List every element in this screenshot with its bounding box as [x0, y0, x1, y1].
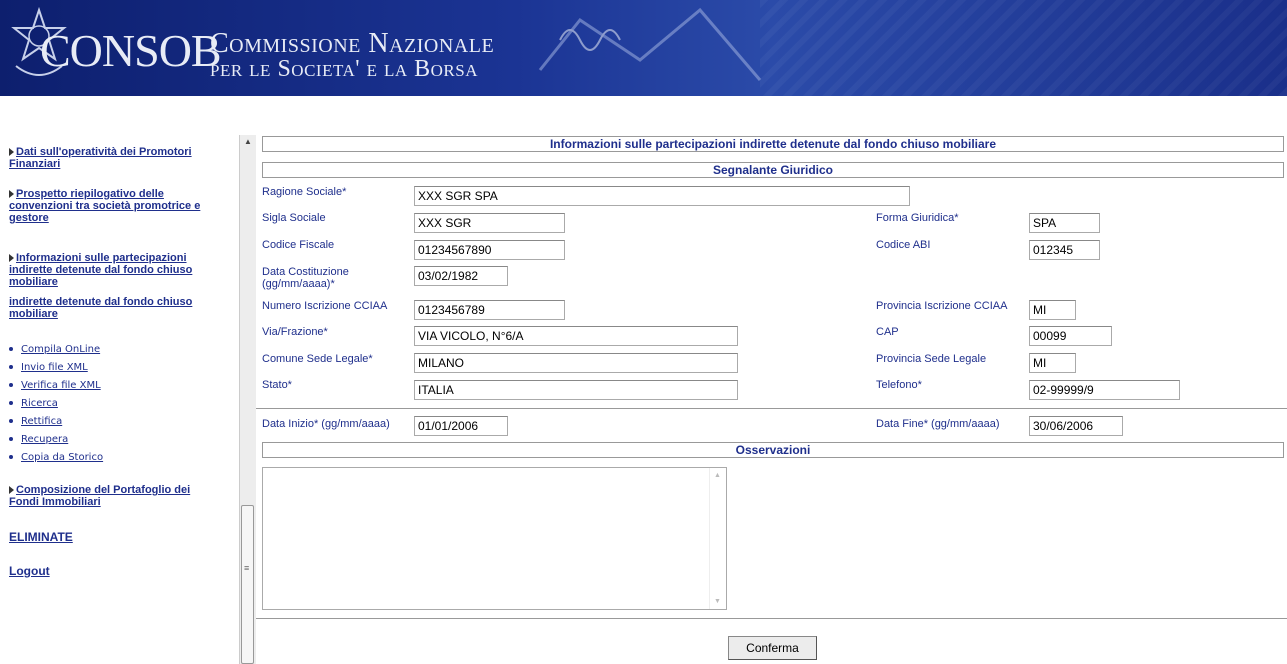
- provincia-sede-field[interactable]: MI: [1029, 353, 1076, 373]
- bullet-icon: [9, 383, 13, 387]
- divider: [256, 618, 1287, 619]
- sigla-sociale-field[interactable]: XXX SGR: [414, 213, 565, 233]
- bullet-icon: [9, 437, 13, 441]
- scroll-thumb[interactable]: ≡: [241, 505, 254, 664]
- triangle-right-icon: [9, 254, 14, 263]
- brand-logo-text: CONSOB: [40, 25, 222, 76]
- sidebar-link-promotori[interactable]: Dati sull'operatività dei Promotori Fina…: [9, 146, 219, 170]
- section-observations-title: Osservazioni: [262, 442, 1284, 458]
- cap-field[interactable]: 00099: [1029, 326, 1112, 346]
- label-cap: CAP: [876, 326, 899, 338]
- via-field[interactable]: VIA VICOLO, N°6/A: [414, 326, 738, 346]
- label-ragione-sociale: Ragione Sociale*: [262, 186, 347, 198]
- label-numero-ccia: Numero Iscrizione CCIAA: [262, 300, 388, 312]
- label-telefono: Telefono*: [876, 379, 922, 391]
- scroll-up-icon[interactable]: ▲: [240, 135, 256, 149]
- sidebar-sub-verifica[interactable]: Verifica file XML: [9, 380, 101, 392]
- sidebar-link-label: Dati sull'operatività dei Promotori Fina…: [9, 146, 192, 170]
- sidebar-link-informazioni[interactable]: Informazioni sulle partecipazioni indire…: [9, 252, 219, 288]
- sidebar-link-informazioni-dup[interactable]: indirette detenute dal fondo chiuso mobi…: [9, 296, 219, 320]
- bullet-icon: [9, 365, 13, 369]
- label-codice-abi: Codice ABI: [876, 239, 931, 251]
- codice-fiscale-field[interactable]: 01234567890: [414, 240, 565, 260]
- sidebar-scrollbar[interactable]: ▲ ≡: [239, 135, 256, 664]
- sidebar-sub-ricerca[interactable]: Ricerca: [9, 398, 58, 410]
- label-sigla-sociale: Sigla Sociale: [262, 212, 326, 224]
- label-codice-fiscale: Codice Fiscale: [262, 239, 335, 251]
- sidebar-sub-recupera[interactable]: Recupera: [9, 434, 68, 446]
- sub-item-label: Invio file XML: [21, 362, 88, 373]
- logout-link[interactable]: Logout: [9, 564, 50, 578]
- label-provincia-sede: Provincia Sede Legale: [876, 353, 987, 365]
- sidebar-sub-compila[interactable]: Compila OnLine: [9, 344, 100, 356]
- codice-abi-field[interactable]: 012345: [1029, 240, 1100, 260]
- main-form: Informazioni sulle partecipazioni indire…: [256, 130, 1287, 664]
- header-subtitle-2: per le Societa' e la Borsa: [210, 56, 478, 82]
- sidebar-sub-invio[interactable]: Invio file XML: [9, 362, 88, 374]
- provincia-ccia-field[interactable]: MI: [1029, 300, 1076, 320]
- label-data-fine: Data Fine* (gg/mm/aaaa): [876, 418, 1000, 430]
- section-segnalante-title: Segnalante Giuridico: [262, 162, 1284, 178]
- label-via: Via/Frazione*: [262, 326, 328, 338]
- label-provincia-ccia: Provincia Iscrizione CCIAA: [876, 300, 1008, 312]
- label-forma-giuridica: Forma Giuridica*: [876, 212, 959, 224]
- sub-item-label: Ricerca: [21, 398, 58, 409]
- sub-item-label: Rettifica: [21, 416, 63, 427]
- label-data-costituzione: Data Costituzione (gg/mm/aaaa)*: [262, 266, 349, 290]
- numero-ccia-field[interactable]: 0123456789: [414, 300, 565, 320]
- sidebar-link-label: Informazioni sulle partecipazioni indire…: [9, 252, 193, 288]
- sub-item-label: Copia da Storico: [21, 452, 104, 463]
- data-costituzione-field[interactable]: 03/02/1982: [414, 266, 508, 286]
- page-title: Informazioni sulle partecipazioni indire…: [262, 136, 1284, 152]
- scroll-up-icon[interactable]: ▲: [714, 472, 721, 479]
- textarea-scrollbar[interactable]: ▲ ▼: [709, 468, 726, 609]
- sidebar-sub-rettifica[interactable]: Rettifica: [9, 416, 62, 428]
- scroll-down-icon[interactable]: ▼: [714, 598, 721, 605]
- sidebar: Dati sull'operatività dei Promotori Fina…: [0, 96, 240, 664]
- bullet-icon: [9, 455, 13, 459]
- label-stato: Stato*: [262, 379, 292, 391]
- sidebar-sub-copia[interactable]: Copia da Storico: [9, 452, 103, 464]
- eliminate-link[interactable]: ELIMINATE: [9, 530, 73, 544]
- sidebar-link-portafoglio[interactable]: Composizione del Portafoglio dei Fondi I…: [9, 484, 219, 508]
- sub-item-label: Compila OnLine: [21, 344, 101, 355]
- forma-giuridica-field[interactable]: SPA: [1029, 213, 1100, 233]
- triangle-right-icon: [9, 190, 14, 199]
- sidebar-link-label: Composizione del Portafoglio dei Fondi I…: [9, 484, 191, 508]
- bullet-icon: [9, 347, 13, 351]
- label-comune: Comune Sede Legale*: [262, 353, 373, 365]
- ragione-sociale-field[interactable]: XXX SGR SPA: [414, 186, 910, 206]
- triangle-right-icon: [9, 486, 14, 495]
- telefono-field[interactable]: 02-99999/9: [1029, 380, 1180, 400]
- observations-textarea[interactable]: ▲ ▼: [262, 467, 727, 610]
- triangle-right-icon: [9, 148, 14, 157]
- sidebar-link-label: indirette detenute dal fondo chiuso mobi…: [9, 296, 193, 320]
- sub-item-label: Recupera: [21, 434, 69, 445]
- data-fine-field[interactable]: 30/06/2006: [1029, 416, 1123, 436]
- sidebar-link-label: Prospetto riepilogativo delle convenzion…: [9, 188, 201, 224]
- label-data-inizio: Data Inizio* (gg/mm/aaaa): [262, 418, 390, 430]
- grip-icon: ≡: [244, 563, 250, 573]
- sub-item-label: Verifica file XML: [21, 380, 101, 391]
- divider: [256, 408, 1287, 409]
- stato-field[interactable]: ITALIA: [414, 380, 738, 400]
- comune-field[interactable]: MILANO: [414, 353, 738, 373]
- header-banner: CONSOB Commissione Nazionale per le Soci…: [0, 0, 1287, 96]
- label-line: Data Costituzione: [262, 266, 349, 278]
- confirm-button[interactable]: Conferma: [728, 636, 817, 660]
- banner-pattern: [760, 0, 1287, 96]
- label-line: (gg/mm/aaaa)*: [262, 278, 335, 290]
- bullet-icon: [9, 419, 13, 423]
- sidebar-link-prospetto[interactable]: Prospetto riepilogativo delle convenzion…: [9, 188, 219, 224]
- data-inizio-field[interactable]: 01/01/2006: [414, 416, 508, 436]
- bullet-icon: [9, 401, 13, 405]
